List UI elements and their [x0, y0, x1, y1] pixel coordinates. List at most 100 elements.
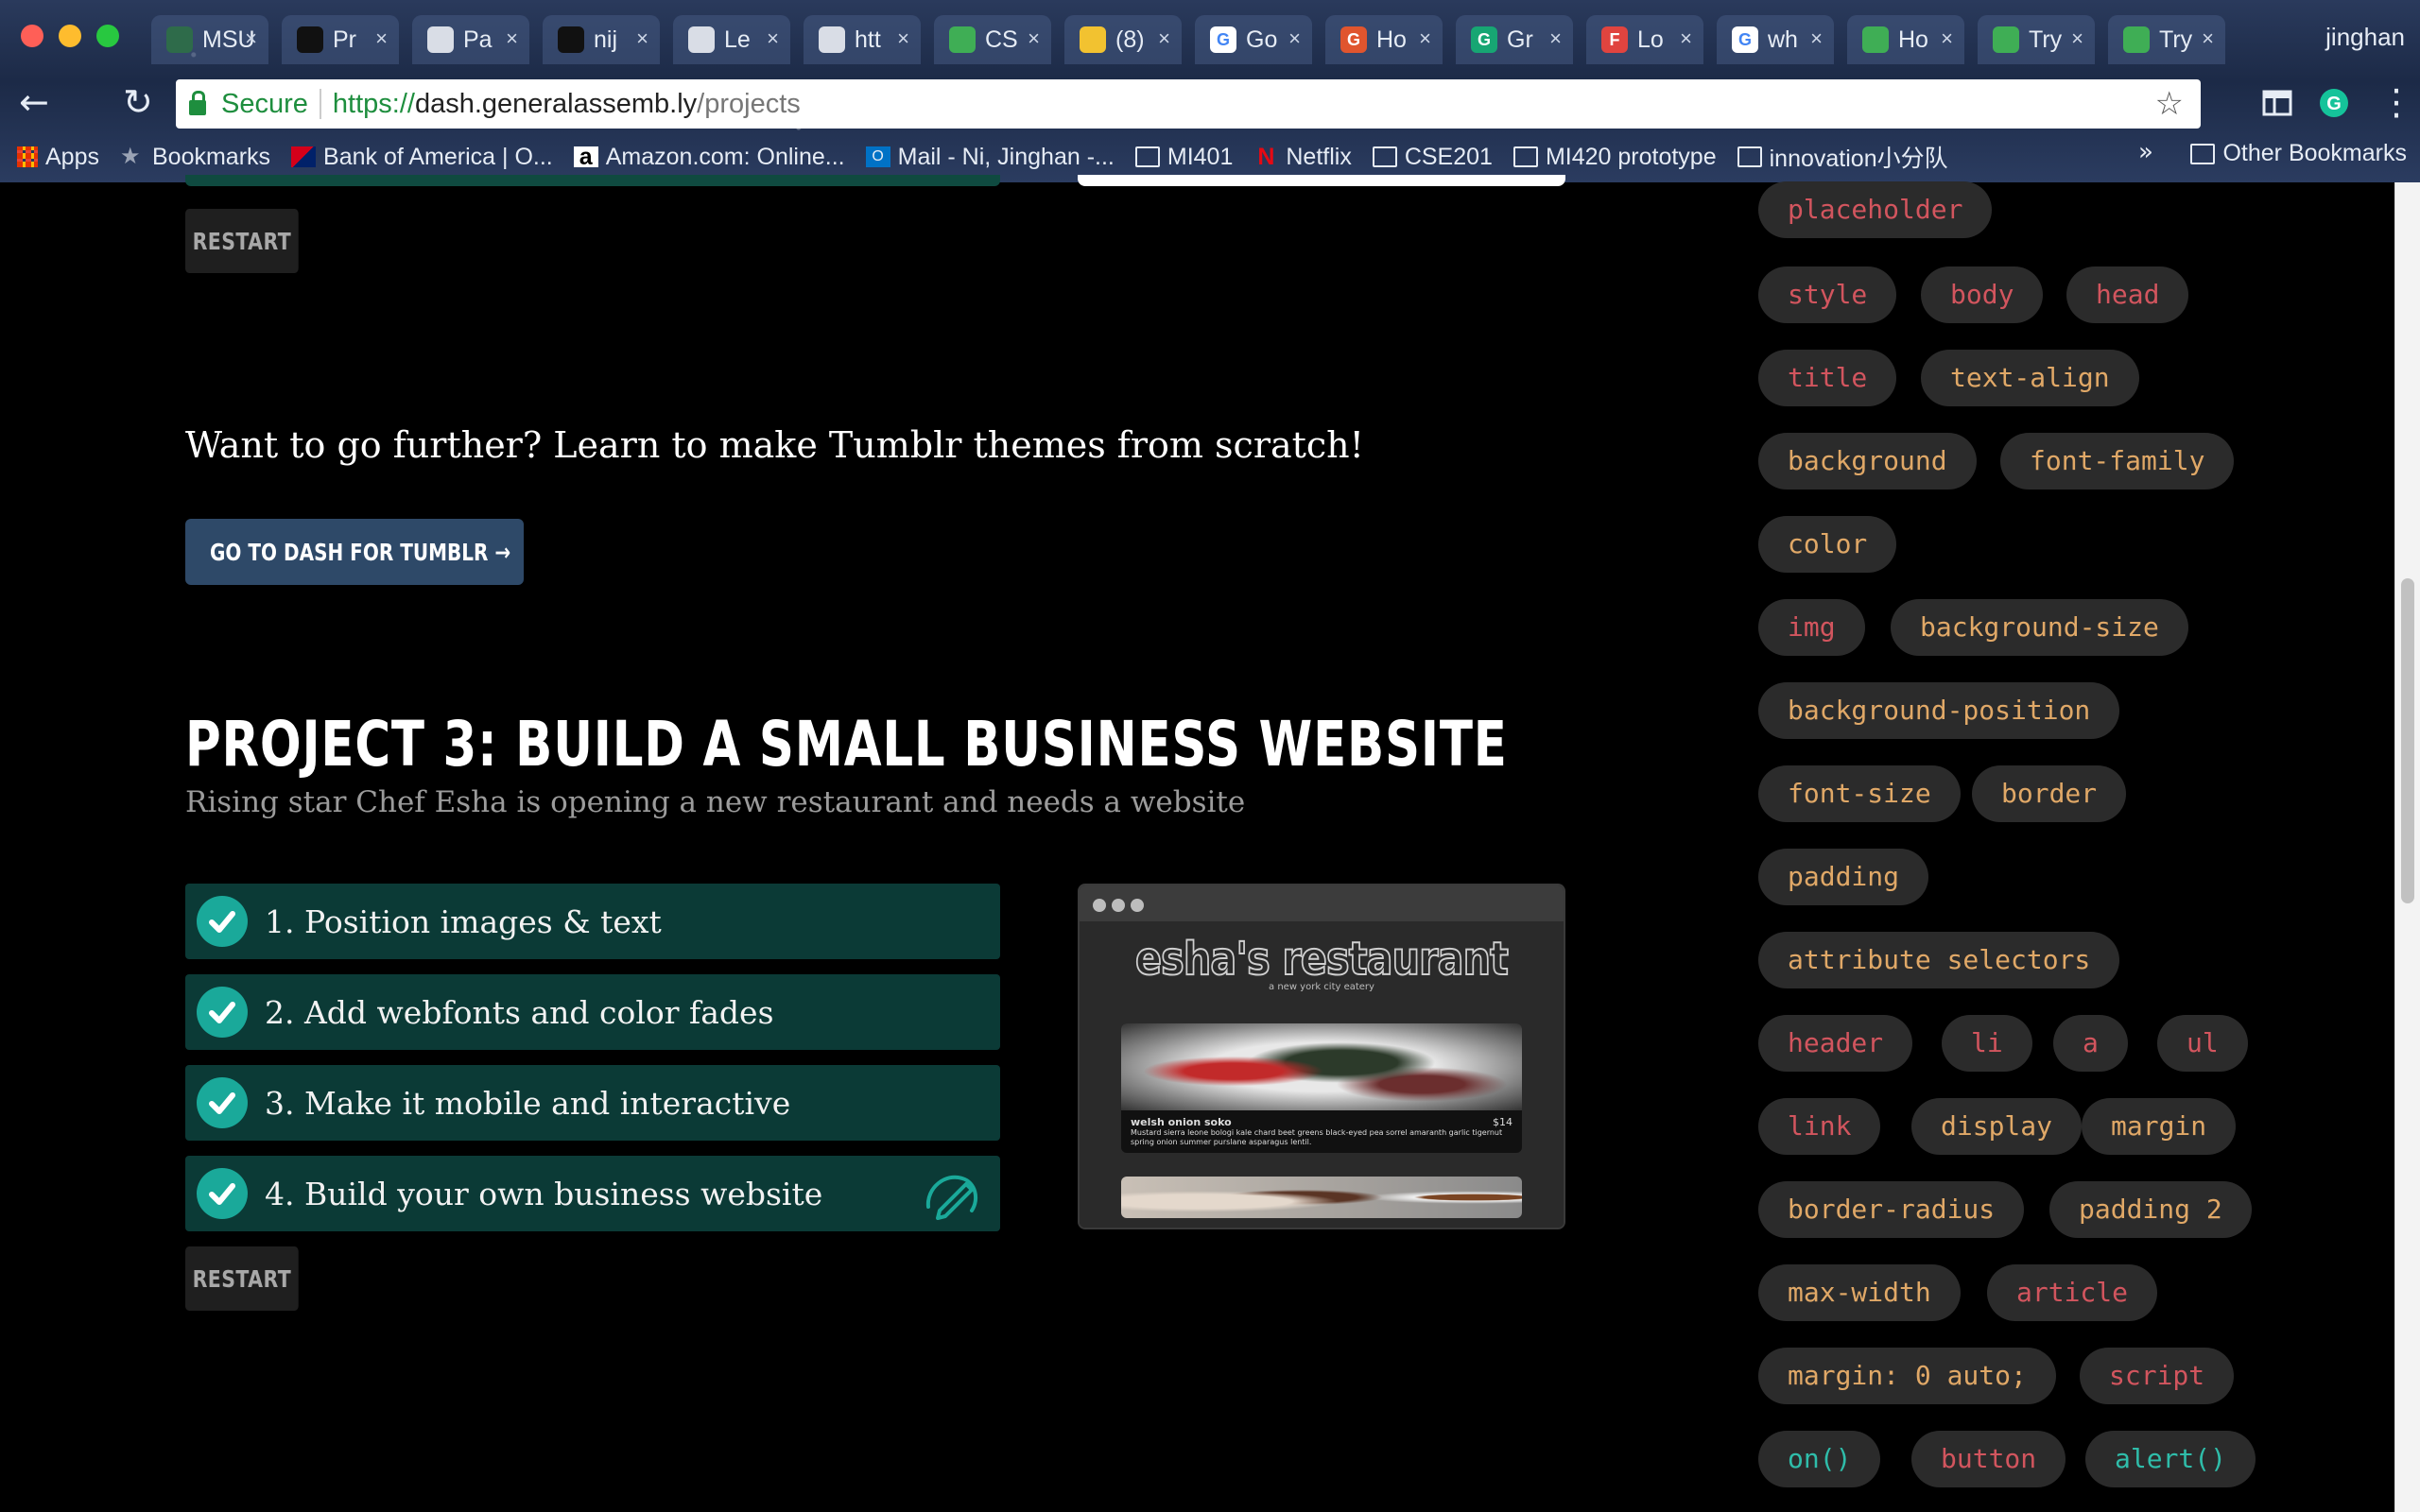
- concept-tag[interactable]: button: [1911, 1431, 2066, 1487]
- browser-tab[interactable]: Gwh ×: [1717, 15, 1834, 64]
- bookmark-item[interactable]: ★ Bookmarks: [120, 144, 270, 171]
- project-step[interactable]: 4. Build your own business website: [185, 1156, 1000, 1231]
- menu-kebab-icon[interactable]: ⋮: [2378, 83, 2414, 121]
- tab-close-icon[interactable]: ×: [1419, 26, 1431, 51]
- concept-tag[interactable]: attribute selectors: [1758, 932, 2120, 988]
- concept-tag[interactable]: border-radius: [1758, 1181, 2025, 1238]
- bookmark-item[interactable]: O Mail - Ni, Jinghan -...: [865, 144, 1115, 171]
- concept-tag[interactable]: link: [1758, 1098, 1881, 1155]
- browser-tab[interactable]: Le ×: [673, 15, 790, 64]
- concept-tag[interactable]: padding: [1758, 849, 1929, 905]
- tab-close-icon[interactable]: ×: [897, 26, 909, 51]
- bookmark-item[interactable]: a Amazon.com: Online...: [573, 144, 845, 171]
- project-step[interactable]: 3. Make it mobile and interactive: [185, 1065, 1000, 1141]
- other-bookmarks[interactable]: Other Bookmarks: [2190, 140, 2407, 167]
- concept-tag[interactable]: text-align: [1921, 350, 2139, 406]
- restart-button-project-3[interactable]: RESTART: [185, 1246, 299, 1311]
- browser-tab[interactable]: MSU ×: [151, 15, 268, 64]
- browser-tab[interactable]: G Ho ×: [1325, 15, 1443, 64]
- concept-tag[interactable]: script: [2080, 1348, 2235, 1404]
- browser-tab[interactable]: Ho ×: [1847, 15, 1964, 64]
- tab-close-icon[interactable]: ×: [1680, 26, 1692, 51]
- concept-tag[interactable]: background-position: [1758, 682, 2120, 739]
- concept-tag[interactable]: style: [1758, 266, 1897, 323]
- concept-tag[interactable]: ul: [2157, 1015, 2248, 1072]
- tab-close-icon[interactable]: ×: [1810, 26, 1823, 51]
- tab-close-icon[interactable]: ×: [506, 26, 518, 51]
- close-window-button[interactable]: [21, 25, 43, 47]
- minimize-window-button[interactable]: [59, 25, 81, 47]
- bookmark-star-icon[interactable]: ☆: [2155, 85, 2184, 123]
- concept-tag[interactable]: head: [2066, 266, 2189, 323]
- tab-close-icon[interactable]: ×: [1941, 26, 1953, 51]
- back-arrow-icon[interactable]: ←: [19, 83, 49, 121]
- bookmark-item[interactable]: Apps: [17, 144, 99, 171]
- concept-tag[interactable]: padding 2: [2049, 1181, 2252, 1238]
- tab-close-icon[interactable]: ×: [2202, 26, 2214, 51]
- browser-tab[interactable]: Try ×: [2108, 15, 2225, 64]
- concept-tag[interactable]: article: [1987, 1264, 2158, 1321]
- project-step[interactable]: 2. Add webfonts and color fades: [185, 974, 1000, 1050]
- browser-tab[interactable]: nij ×: [543, 15, 660, 64]
- concept-tag[interactable]: title: [1758, 350, 1897, 406]
- concept-tag[interactable]: on(): [1758, 1431, 1881, 1487]
- browser-tab[interactable]: Pr ×: [282, 15, 399, 64]
- browser-tab[interactable]: htt ×: [804, 15, 921, 64]
- tab-close-icon[interactable]: ×: [1288, 26, 1301, 51]
- reading-layout-icon[interactable]: [2261, 87, 2293, 119]
- browser-tab[interactable]: G Go ×: [1195, 15, 1312, 64]
- bookmark-item[interactable]: N Netflix: [1253, 143, 1352, 171]
- tab-close-icon[interactable]: ×: [636, 26, 648, 51]
- address-bar[interactable]: Secure https://dash.generalassemb.ly/pro…: [176, 79, 2201, 129]
- concept-tag[interactable]: margin: 0 auto;: [1758, 1348, 2056, 1404]
- bookmark-item[interactable]: CSE201: [1372, 144, 1493, 171]
- profile-user-name[interactable]: jinghan: [2325, 23, 2405, 52]
- tab-close-icon[interactable]: ×: [375, 26, 388, 51]
- tab-close-icon[interactable]: ×: [1549, 26, 1562, 51]
- bookmark-item[interactable]: innovation小分队: [1737, 140, 1948, 174]
- project-step[interactable]: 1. Position images & text: [185, 884, 1000, 959]
- bookmark-item[interactable]: Bank of America | O...: [291, 144, 553, 171]
- step-label: 3. Make it mobile and interactive: [265, 1084, 791, 1122]
- reload-icon[interactable]: ↻: [123, 83, 153, 121]
- tab-close-icon[interactable]: ×: [1028, 26, 1040, 51]
- browser-tab[interactable]: (8) ×: [1064, 15, 1182, 64]
- bookmarks-overflow-chevron[interactable]: »: [2138, 138, 2153, 166]
- bookmark-label: Netflix: [1286, 143, 1352, 170]
- restart-button-project-2[interactable]: RESTART: [185, 209, 299, 273]
- concept-tag[interactable]: header: [1758, 1015, 1913, 1072]
- concept-tag[interactable]: a: [2053, 1015, 2128, 1072]
- bookmark-item[interactable]: MI401: [1134, 144, 1233, 171]
- concept-tag[interactable]: alert(): [2085, 1431, 2256, 1487]
- concept-tag[interactable]: background: [1758, 433, 1977, 490]
- concept-tag[interactable]: margin: [2082, 1098, 2237, 1155]
- concept-tag[interactable]: font-size: [1758, 765, 1961, 822]
- bookmark-item[interactable]: MI420 prototype: [1512, 144, 1717, 171]
- tab-close-icon[interactable]: ×: [767, 26, 779, 51]
- browser-tab[interactable]: G Gr ×: [1456, 15, 1573, 64]
- concept-tag[interactable]: background-size: [1891, 599, 2188, 656]
- maximize-window-button[interactable]: [96, 25, 119, 47]
- project-preview-thumbnail[interactable]: esha's restaurant a new york city eatery…: [1078, 884, 1565, 1229]
- concept-tag[interactable]: display: [1911, 1098, 2083, 1155]
- concept-tag[interactable]: border: [1972, 765, 2127, 822]
- tab-close-icon[interactable]: ×: [1158, 26, 1170, 51]
- browser-tab[interactable]: CS ×: [934, 15, 1051, 64]
- concept-tag[interactable]: max-width: [1758, 1264, 1961, 1321]
- browser-tab[interactable]: Try ×: [1978, 15, 2095, 64]
- grammarly-icon[interactable]: G: [2318, 87, 2350, 119]
- dish-photo: [1121, 1023, 1522, 1110]
- tab-close-icon[interactable]: ×: [245, 26, 257, 51]
- checkmark-icon: [197, 987, 248, 1038]
- concept-tag[interactable]: img: [1758, 599, 1865, 656]
- browser-tab[interactable]: Pa ×: [412, 15, 529, 64]
- go-to-dash-tumblr-button[interactable]: GO TO DASH FOR TUMBLR →: [185, 519, 524, 585]
- browser-tab[interactable]: F Lo ×: [1586, 15, 1703, 64]
- concept-tag[interactable]: body: [1921, 266, 2044, 323]
- concept-tag[interactable]: placeholder: [1758, 181, 1993, 238]
- concept-tag[interactable]: color: [1758, 516, 1897, 573]
- concept-tag[interactable]: font-family: [2000, 433, 2235, 490]
- tab-close-icon[interactable]: ×: [2071, 26, 2083, 51]
- concept-tag[interactable]: li: [1942, 1015, 2032, 1072]
- scrollbar-thumb[interactable]: [2401, 578, 2414, 903]
